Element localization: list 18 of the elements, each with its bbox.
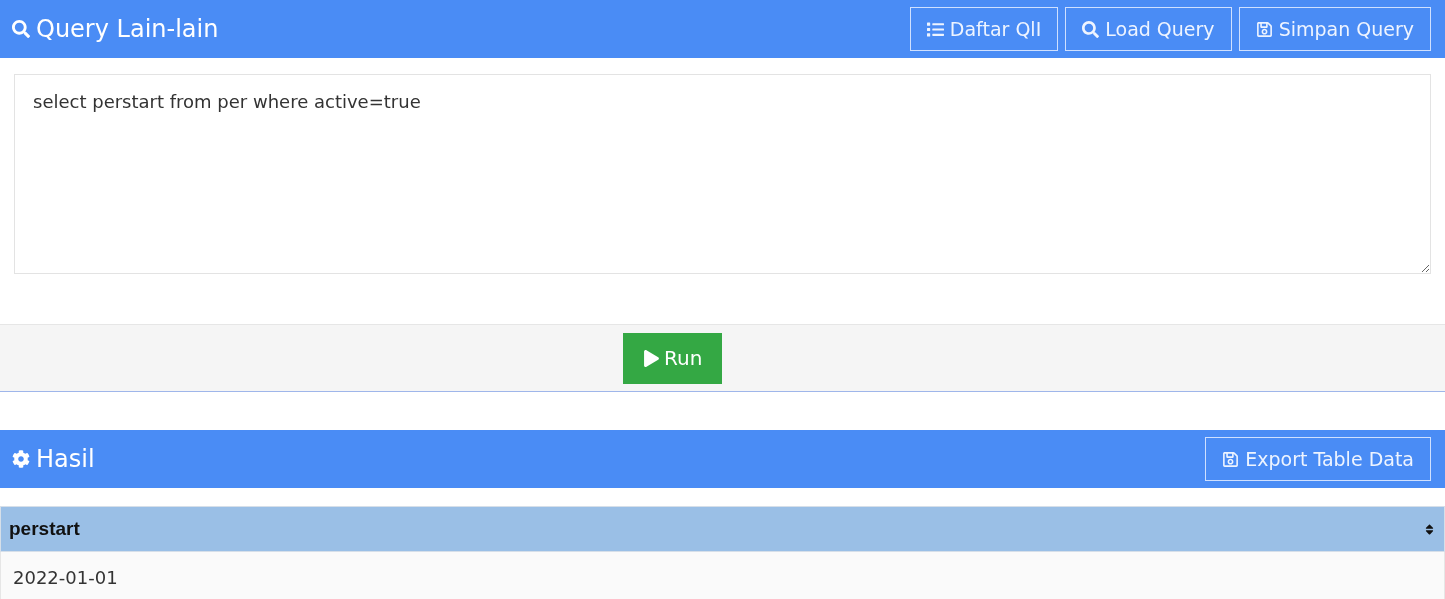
save-button[interactable]: Export Table Data [1205, 437, 1431, 481]
sort-icon [1423, 522, 1436, 536]
table-cell: 2022-01-01 [0, 551, 1445, 599]
search-icon [12, 20, 30, 38]
column-header[interactable]: perstart [0, 506, 1445, 552]
save-icon [1255, 20, 1273, 38]
save-button[interactable]: Simpan Query [1238, 7, 1431, 51]
gear-icon [12, 450, 30, 468]
panel-title: Hasil [36, 445, 95, 473]
panel-title: Query Lain-lain [36, 15, 219, 43]
list-button[interactable]: Daftar QlI [909, 7, 1059, 51]
search-button[interactable]: Load Query [1065, 7, 1232, 51]
save-icon [1222, 450, 1240, 468]
query-editor[interactable]: select perstart from per where active=true [14, 74, 1431, 274]
list-icon [926, 20, 944, 38]
search-icon [1082, 20, 1100, 38]
run-button[interactable]: Run [623, 332, 723, 384]
play-icon [643, 349, 660, 367]
